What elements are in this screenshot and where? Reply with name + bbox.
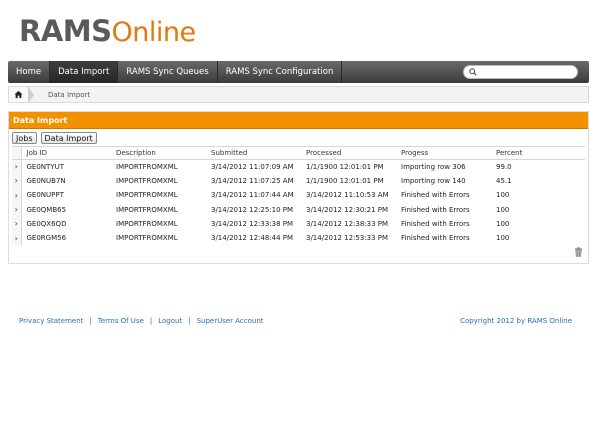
panel-title: Data Import xyxy=(9,112,588,129)
brand-name-light: Online xyxy=(111,17,197,48)
expand-column-header xyxy=(12,146,22,160)
nav-item-rams-sync-queues[interactable]: RAMS Sync Queues xyxy=(118,61,218,83)
table-row[interactable]: › GE0QX6QD IMPORTFROMXML 3/14/2012 12:33… xyxy=(12,216,585,231)
footer-separator: | xyxy=(188,317,191,325)
cell-percent: 99.0 xyxy=(496,162,512,171)
chevron-right-icon: › xyxy=(14,219,18,229)
cell-progress: Finished with Errors xyxy=(401,191,470,200)
chevron-right-icon: › xyxy=(14,176,18,186)
row-expand-button[interactable]: › xyxy=(12,173,22,189)
data-import-panel: Data Import Jobs Data Import Job ID Desc… xyxy=(8,111,589,264)
cell-submitted: 3/14/2012 12:33:38 PM xyxy=(211,219,294,228)
nav-item-rams-sync-configuration[interactable]: RAMS Sync Configuration xyxy=(218,61,343,83)
footer-links: Privacy Statement | Terms Of Use | Logout | Su… xyxy=(19,317,264,325)
main-nav: Home Data Import RAMS Sync Queues RAMS S… xyxy=(8,61,589,83)
cell-job-id: GE0QX6QD xyxy=(26,219,67,228)
cell-description: IMPORTFROMXML xyxy=(116,191,178,200)
row-expand-button[interactable]: › xyxy=(12,202,22,217)
chevron-right-icon: › xyxy=(14,162,18,172)
cell-description: IMPORTFROMXML xyxy=(116,176,178,185)
breadcrumb-current: Data Import xyxy=(48,90,91,99)
footer-copyright: Copyright 2012 by RAMS Online xyxy=(460,317,572,325)
cell-job-id: GE0NUPPT xyxy=(26,191,64,200)
column-header-job-id[interactable]: Job ID xyxy=(21,146,111,160)
cell-progress: Finished with Errors xyxy=(401,219,470,228)
cell-percent: 45.1 xyxy=(496,176,512,185)
breadcrumb-home[interactable] xyxy=(9,87,29,102)
cell-description: IMPORTFROMXML xyxy=(116,219,178,228)
column-header-progress[interactable]: Progess xyxy=(396,146,491,160)
search-box xyxy=(463,65,578,79)
cell-job-id: GE0NUB7N xyxy=(26,176,66,185)
cell-job-id: GE0QMB65 xyxy=(26,205,67,214)
chevron-right-icon: › xyxy=(14,205,18,215)
cell-processed: 1/1/1900 12:01:01 PM xyxy=(306,176,384,185)
trash-icon[interactable] xyxy=(574,247,583,257)
chevron-right-icon: › xyxy=(14,190,18,200)
footer-link-superuser-account[interactable]: SuperUser Account xyxy=(197,317,264,325)
tab-data-import[interactable]: Data Import xyxy=(40,132,97,144)
footer-link-privacy-statement[interactable]: Privacy Statement xyxy=(19,317,83,325)
row-expand-button[interactable]: › xyxy=(12,230,22,246)
cell-progress: Importing row 140 xyxy=(401,176,466,185)
home-icon xyxy=(14,90,23,99)
panel-tabs: Jobs Data Import xyxy=(9,129,588,145)
footer-separator: | xyxy=(149,317,153,325)
column-header-percent[interactable]: Percent xyxy=(491,146,585,160)
table-row[interactable]: › GE0QMB65 IMPORTFROMXML 3/14/2012 12:25… xyxy=(12,202,585,217)
jobs-table: Job ID Description Submitted Processed P… xyxy=(12,146,585,246)
row-expand-button[interactable]: › xyxy=(12,188,22,203)
cell-percent: 100 xyxy=(496,191,510,200)
cell-submitted: 3/14/2012 12:48:44 PM xyxy=(211,234,294,243)
cell-percent: 100 xyxy=(496,219,510,228)
cell-processed: 1/1/1900 12:01:01 PM xyxy=(306,162,384,171)
brand-logo: RAMS Online xyxy=(19,14,196,50)
table-header-row: Job ID Description Submitted Processed P… xyxy=(12,146,585,160)
search-input[interactable] xyxy=(480,68,575,76)
table-row[interactable]: › GE0RGM56 IMPORTFROMXML 3/14/2012 12:48… xyxy=(12,230,585,246)
nav-item-home[interactable]: Home xyxy=(8,61,51,83)
cell-job-id: GE0NTYUT xyxy=(26,162,65,171)
column-header-submitted[interactable]: Submitted xyxy=(206,146,301,160)
table-row[interactable]: › GE0NTYUT IMPORTFROMXML 3/14/2012 11:07… xyxy=(12,159,585,174)
nav-item-data-import[interactable]: Data Import xyxy=(50,61,119,83)
cell-percent: 100 xyxy=(496,205,510,214)
column-header-processed[interactable]: Processed xyxy=(301,146,396,160)
footer: Privacy Statement | Terms Of Use | Logout | Su… xyxy=(19,317,572,325)
table-row[interactable]: › GE0NUPPT IMPORTFROMXML 3/14/2012 11:07… xyxy=(12,188,585,203)
cell-percent: 100 xyxy=(496,234,510,243)
table-row[interactable]: › GE0NUB7N IMPORTFROMXML 3/14/2012 11:07… xyxy=(12,173,585,189)
chevron-right-icon: › xyxy=(14,233,18,243)
brand-name-bold: RAMS xyxy=(19,14,112,48)
tab-jobs[interactable]: Jobs xyxy=(12,132,37,144)
cell-submitted: 3/14/2012 12:25:10 PM xyxy=(211,205,294,214)
cell-processed: 3/14/2012 12:53:33 PM xyxy=(306,234,389,243)
cell-progress: Finished with Errors xyxy=(401,234,470,243)
cell-submitted: 3/14/2012 11:07:25 AM xyxy=(211,176,294,185)
breadcrumb: Data Import xyxy=(8,86,589,103)
cell-submitted: 3/14/2012 11:07:09 AM xyxy=(211,162,294,171)
cell-processed: 3/14/2012 11:10:53 AM xyxy=(306,191,389,200)
row-expand-button[interactable]: › xyxy=(12,216,22,231)
cell-processed: 3/14/2012 12:30:21 PM xyxy=(306,205,389,214)
footer-separator: | xyxy=(89,317,92,325)
column-header-description[interactable]: Description xyxy=(111,146,206,160)
cell-processed: 3/14/2012 12:38:33 PM xyxy=(306,219,389,228)
cell-description: IMPORTFROMXML xyxy=(116,205,178,214)
cell-description: IMPORTFROMXML xyxy=(116,234,178,243)
footer-link-logout[interactable]: Logout xyxy=(158,317,182,325)
cell-progress: Importing row 306 xyxy=(401,162,466,171)
cell-description: IMPORTFROMXML xyxy=(116,162,178,171)
cell-submitted: 3/14/2012 11:07:44 AM xyxy=(211,191,294,200)
cell-progress: Finished with Errors xyxy=(401,205,470,214)
footer-link-terms-of-use[interactable]: Terms Of Use xyxy=(98,317,144,325)
row-expand-button[interactable]: › xyxy=(12,159,22,174)
breadcrumb-separator xyxy=(29,87,34,102)
search-icon xyxy=(469,68,477,76)
cell-job-id: GE0RGM56 xyxy=(26,234,67,243)
